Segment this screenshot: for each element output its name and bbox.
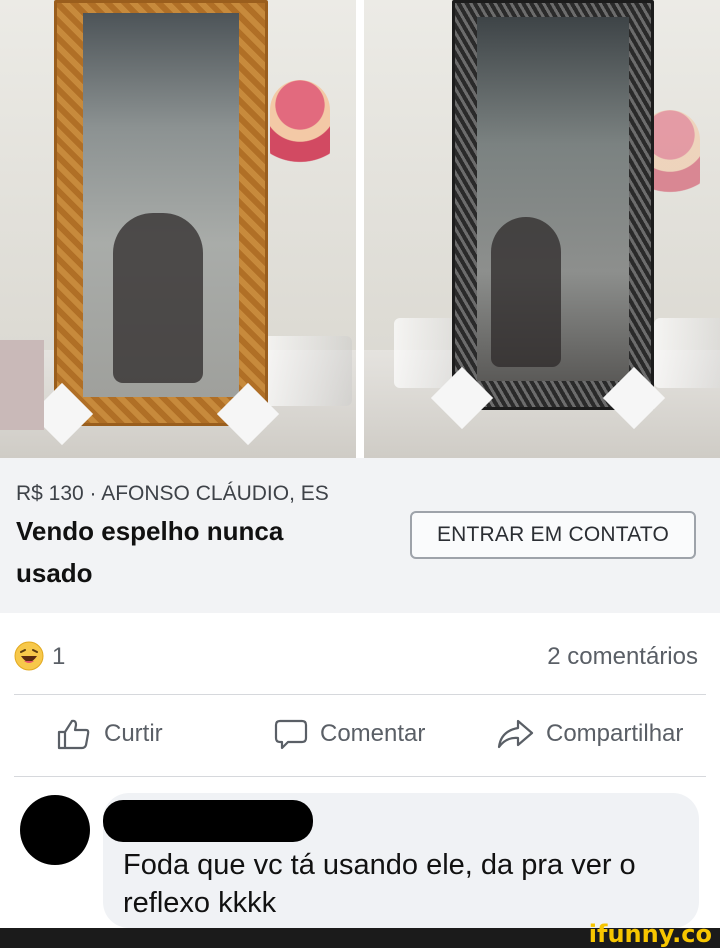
comment-bubble[interactable]: Foda que vc tá usando ele, da pra ver o …	[103, 793, 699, 928]
glasses-decor	[654, 318, 720, 388]
strawberry-sticker	[270, 80, 330, 180]
comment-text: Foda que vc tá usando ele, da pra ver o …	[123, 849, 636, 919]
reaction-count[interactable]: 1	[52, 643, 65, 671]
comment-label: Comentar	[320, 720, 426, 747]
mirror-gold	[54, 0, 268, 426]
speech-bubble-icon	[274, 719, 308, 750]
share-label: Compartilhar	[546, 720, 684, 747]
reflection-figure	[113, 213, 203, 383]
like-label: Curtir	[104, 720, 163, 747]
share-button[interactable]: Compartilhar	[496, 718, 683, 750]
commenter-name-redacted	[103, 800, 313, 842]
laughing-emoji-icon[interactable]	[14, 641, 44, 676]
reflection-figure	[491, 217, 561, 367]
listing-title[interactable]: Vendo espelho nunca usado	[16, 510, 346, 594]
photo-frame-decor	[0, 340, 44, 430]
contact-button[interactable]: ENTRAR EM CONTATO	[410, 511, 696, 559]
glasses-decor	[262, 336, 352, 406]
share-arrow-icon	[497, 719, 534, 749]
reactions-bar: 1 2 comentários	[0, 613, 720, 695]
price-location: R$ 130 · AFONSO CLÁUDIO, ES	[16, 482, 329, 505]
action-bar: Curtir Comentar Compartilhar	[0, 696, 720, 777]
commenter-avatar[interactable]	[20, 795, 90, 865]
mirror-dark	[452, 0, 654, 410]
comment-count[interactable]: 2 comentários	[547, 643, 698, 671]
like-button[interactable]: Curtir	[56, 718, 163, 750]
listing-info: R$ 130 · AFONSO CLÁUDIO, ES Vendo espelh…	[0, 458, 720, 613]
mirror-photo-gold-frame[interactable]	[0, 0, 356, 458]
comment-section: Foda que vc tá usando ele, da pra ver o …	[0, 777, 720, 928]
thumbs-up-icon	[57, 719, 90, 750]
ifunny-watermark: ifunny.co	[588, 920, 712, 948]
comment-button[interactable]: Comentar	[274, 718, 425, 750]
divider	[14, 694, 706, 695]
mirror-photo-dark-frame[interactable]	[364, 0, 720, 458]
listing-photos[interactable]	[0, 0, 720, 458]
footer-bar: ifunny.co	[0, 920, 720, 948]
